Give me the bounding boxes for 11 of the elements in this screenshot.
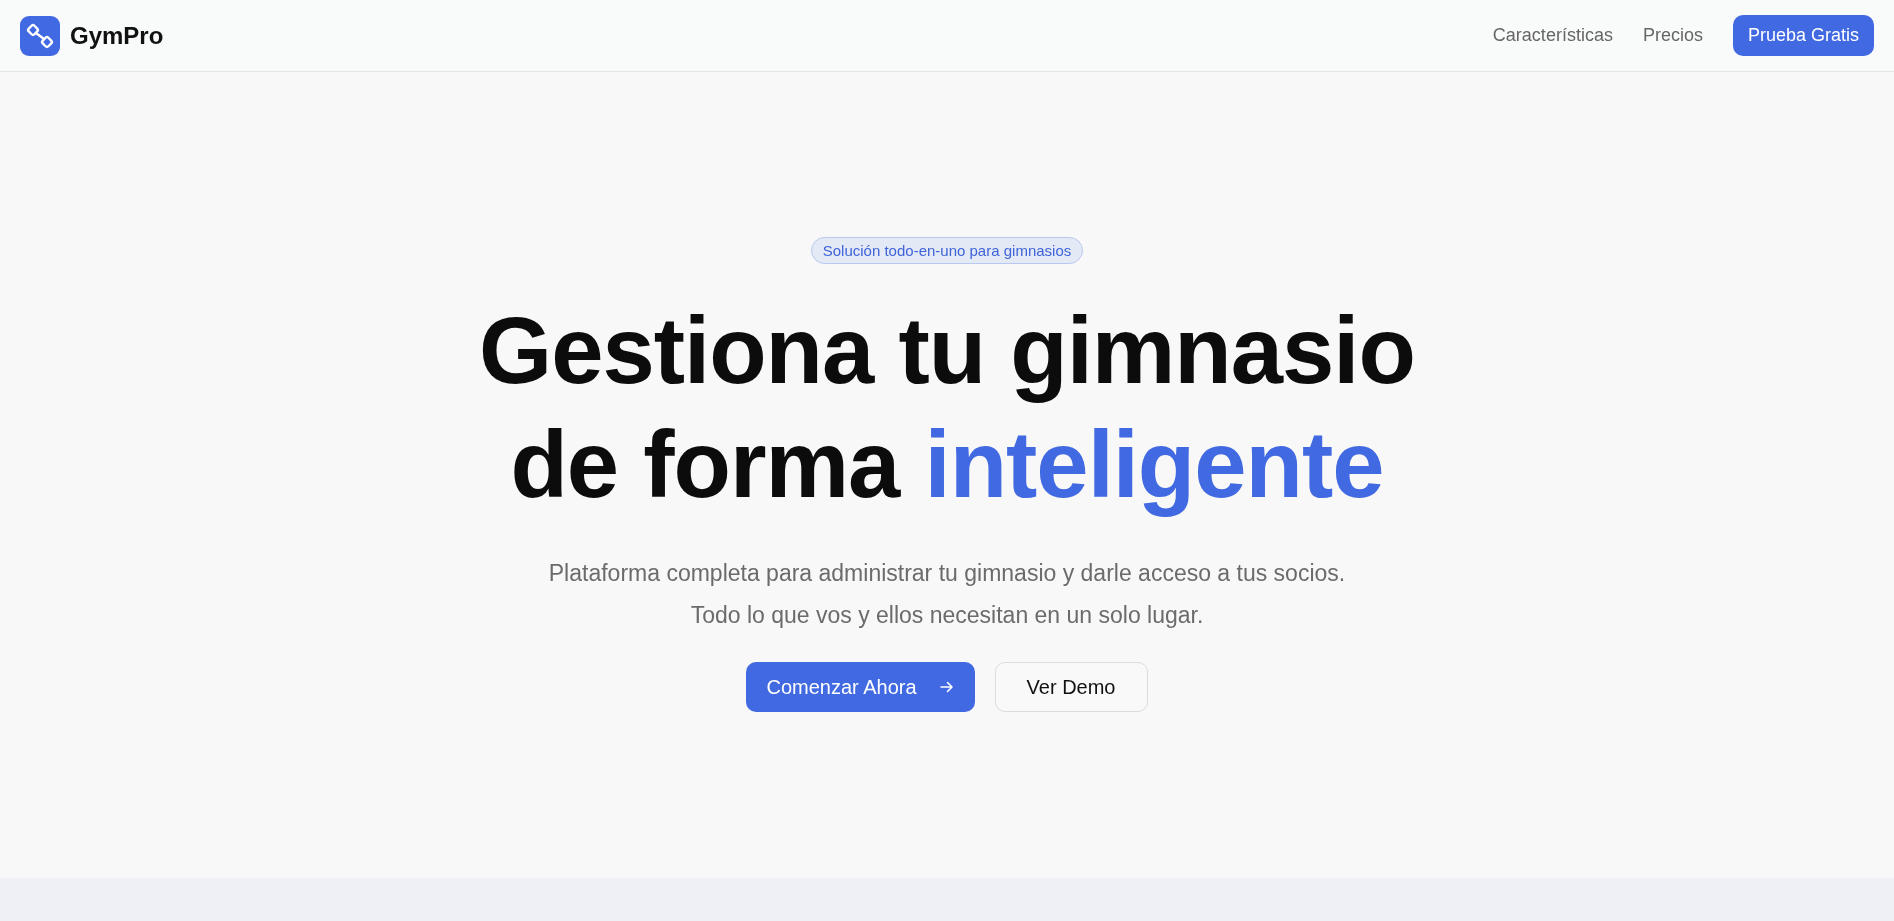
dumbbell-logo-icon bbox=[20, 15, 60, 56]
hero-headline: Gestiona tu gimnasio de forma inteligente bbox=[478, 297, 1416, 519]
start-now-button[interactable]: Comenzar Ahora bbox=[746, 662, 975, 712]
brand-name[interactable]: GymPro bbox=[70, 21, 164, 50]
hero-subtitle: Plataforma completa para administrar tu gimnasio y darle acceso a tus socios. Todo lo que vos y ellos necesitan en un solo lugar. bbox=[547, 559, 1347, 630]
view-demo-button[interactable]: Ver Demo bbox=[994, 662, 1148, 712]
nav-link[interactable]: Características bbox=[1492, 25, 1613, 46]
arrow-right-icon bbox=[938, 679, 955, 695]
hero-badge: Solución todo-en-uno para gimnasios bbox=[810, 237, 1084, 264]
nav-link[interactable]: Precios bbox=[1642, 25, 1703, 46]
free-trial-button[interactable]: Prueba Gratis bbox=[1732, 15, 1874, 56]
